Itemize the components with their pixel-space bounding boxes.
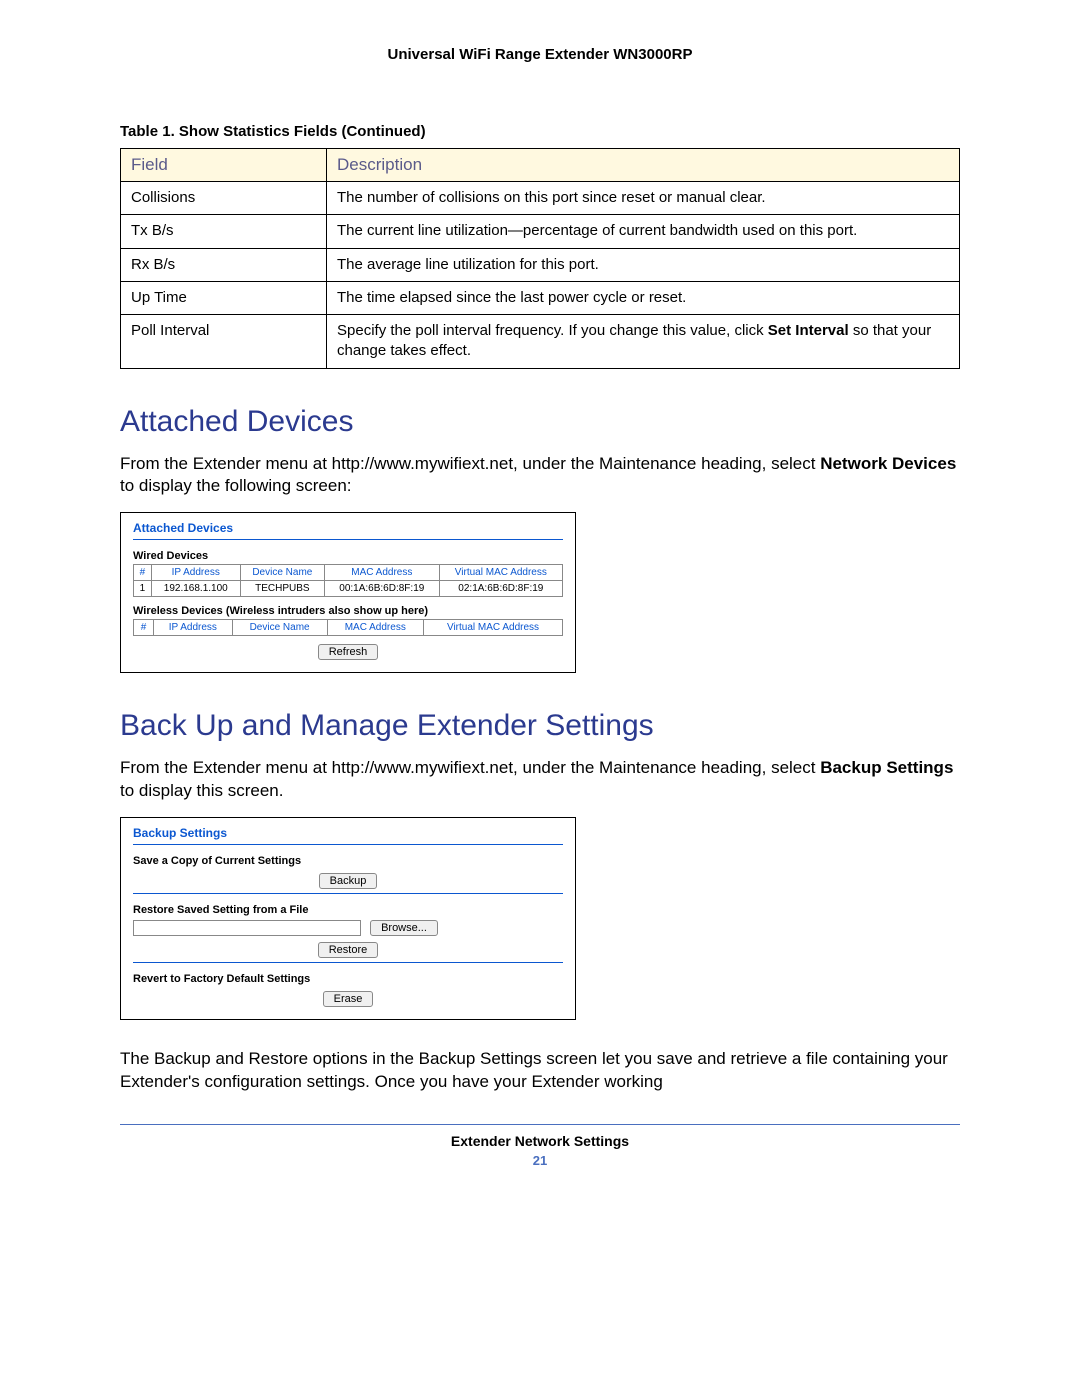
para-attached-devices: From the Extender menu at http://www.myw… [120,453,960,499]
heading-attached-devices: Attached Devices [120,405,960,439]
refresh-button[interactable]: Refresh [318,644,379,660]
cell-field: Up Time [121,281,327,314]
col-name: Device Name [240,565,324,581]
cell-vmac: 02:1A:6B:6D:8F:19 [439,581,562,597]
col-ip: IP Address [151,565,240,581]
attached-devices-panel: Attached Devices Wired Devices # IP Addr… [120,512,576,673]
heading-backup: Back Up and Manage Extender Settings [120,709,960,743]
wired-devices-table: # IP Address Device Name MAC Address Vir… [133,564,563,597]
erase-button[interactable]: Erase [323,991,374,1007]
footer-page-number: 21 [120,1153,960,1168]
panel-title: Backup Settings [133,826,563,840]
table-row: 1 192.168.1.100 TECHPUBS 00:1A:6B:6D:8F:… [134,581,563,597]
divider [133,962,563,963]
cell-desc: The number of collisions on this port si… [327,182,960,215]
wireless-devices-table: # IP Address Device Name MAC Address Vir… [133,619,563,636]
col-name: Device Name [232,620,327,636]
table-row: Rx B/s The average line utilization for … [121,248,960,281]
table-row: Collisions The number of collisions on t… [121,182,960,215]
cell-field: Rx B/s [121,248,327,281]
wired-devices-label: Wired Devices [133,550,563,562]
cell-name: TECHPUBS [240,581,324,597]
col-ip: IP Address [154,620,233,636]
para-backup: From the Extender menu at http://www.myw… [120,757,960,803]
cell-field: Collisions [121,182,327,215]
col-vmac: Virtual MAC Address [439,565,562,581]
document-header: Universal WiFi Range Extender WN3000RP [120,46,960,63]
cell-field: Poll Interval [121,315,327,369]
cell-num: 1 [134,581,152,597]
para-prefix: From the Extender menu at http://www.myw… [120,454,820,473]
cell-desc-bold: Set Interval [768,322,849,339]
backup-settings-panel: Backup Settings Save a Copy of Current S… [120,817,576,1020]
para-suffix: to display the following screen: [120,476,352,495]
divider [133,893,563,894]
table-row: Up Time The time elapsed since the last … [121,281,960,314]
cell-ip: 192.168.1.100 [151,581,240,597]
para-bold: Network Devices [820,454,956,473]
restore-file-input[interactable] [133,920,361,936]
table-row: Poll Interval Specify the poll interval … [121,315,960,369]
cell-mac: 00:1A:6B:6D:8F:19 [324,581,439,597]
para-suffix: to display this screen. [120,781,283,800]
para-prefix: From the Extender menu at http://www.myw… [120,758,820,777]
col-num: # [134,620,154,636]
table-row: Tx B/s The current line utilization—perc… [121,215,960,248]
cell-desc-prefix: Specify the poll interval frequency. If … [337,322,768,339]
cell-desc: The current line utilization—percentage … [327,215,960,248]
cell-desc: Specify the poll interval frequency. If … [327,315,960,369]
para-bold: Backup Settings [820,758,953,777]
revert-label: Revert to Factory Default Settings [133,973,563,985]
divider [133,539,563,540]
col-mac: MAC Address [327,620,423,636]
save-copy-label: Save a Copy of Current Settings [133,855,563,867]
table-caption: Table 1. Show Statistics Fields (Continu… [120,123,960,140]
backup-button[interactable]: Backup [319,873,378,889]
restore-label: Restore Saved Setting from a File [133,904,563,916]
browse-button[interactable]: Browse... [370,920,438,936]
statistics-table: Field Description Collisions The number … [120,148,960,369]
cell-desc: The average line utilization for this po… [327,248,960,281]
cell-desc: The time elapsed since the last power cy… [327,281,960,314]
cell-field: Tx B/s [121,215,327,248]
wireless-devices-label: Wireless Devices (Wireless intruders als… [133,605,563,617]
divider [133,844,563,845]
th-description: Description [327,149,960,182]
col-num: # [134,565,152,581]
closing-paragraph: The Backup and Restore options in the Ba… [120,1048,960,1094]
th-field: Field [121,149,327,182]
col-mac: MAC Address [324,565,439,581]
restore-button[interactable]: Restore [318,942,379,958]
footer-rule [120,1124,960,1125]
footer-title: Extender Network Settings [120,1133,960,1149]
col-vmac: Virtual MAC Address [423,620,562,636]
panel-title: Attached Devices [133,521,563,535]
